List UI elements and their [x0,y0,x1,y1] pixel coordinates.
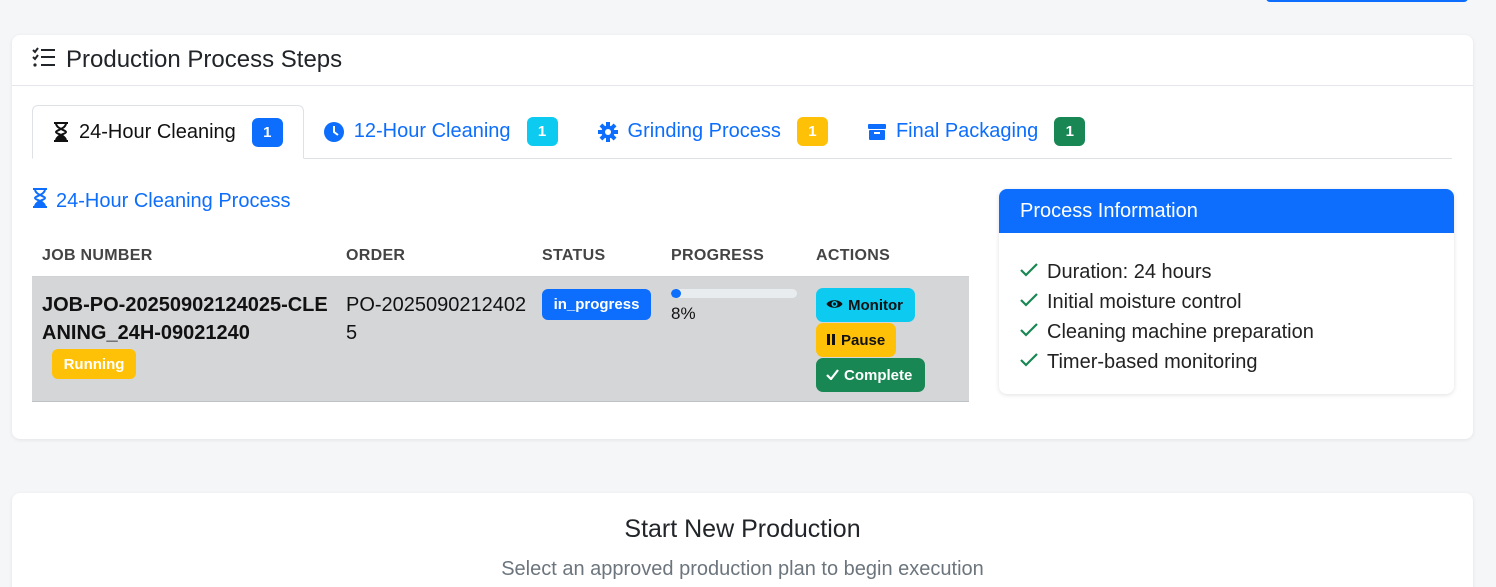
tab-label: 24-Hour Cleaning [79,120,236,143]
check-icon [1019,321,1047,344]
card-header: Production Process Steps [12,35,1473,86]
list-item: Duration: 24 hours [1019,257,1454,287]
header-order: ORDER [346,246,406,264]
section-title: 24-Hour Cleaning Process [32,188,291,214]
hourglass-icon [53,122,69,142]
header-status: STATUS [542,246,606,264]
info-item-text: Duration: 24 hours [1047,260,1212,283]
tab-12-hour-cleaning[interactable]: 12-Hour Cleaning 1 [304,105,578,158]
start-subtitle: Select an approved production plan to be… [501,558,984,580]
job-number: JOB-PO-20250902124025-CLEANING_24H-09021… [42,294,328,344]
pause-icon [826,332,841,349]
running-badge: Running [52,349,136,379]
list-item: Timer-based monitoring [1019,347,1454,377]
process-info-list: Duration: 24 hours Initial moisture cont… [999,233,1454,377]
check-icon [826,367,844,384]
header-actions: ACTIONS [816,246,891,264]
tab-count-badge: 1 [796,117,828,146]
list-check-icon [32,46,66,75]
card-title: Production Process Steps [66,46,343,73]
monitor-label: Monitor [848,296,903,314]
tab-24-hour-cleaning[interactable]: 24-Hour Cleaning 1 [32,105,304,159]
process-info-title: Process Information [999,189,1454,233]
hourglass-icon [32,188,56,214]
start-production-card: Start New Production Select an approved … [12,493,1473,587]
tab-label: 12-Hour Cleaning [353,120,511,142]
check-icon [1019,291,1047,314]
jobs-table: JOB NUMBER ORDER STATUS PROGRESS ACTIONS… [32,235,969,402]
check-icon [1019,351,1047,374]
process-info-panel: Process Information Duration: 24 hours I… [999,189,1454,394]
row-actions: Monitor Pause Complete [816,288,925,393]
eye-icon [826,297,848,314]
header-job-number: JOB NUMBER [42,246,153,264]
info-item-text: Timer-based monitoring [1047,350,1258,373]
production-steps-card: Production Process Steps 24-Hour Cleanin… [12,35,1473,439]
tab-count-badge: 1 [251,117,283,147]
table-header: JOB NUMBER ORDER STATUS PROGRESS ACTIONS [32,235,969,277]
top-action-button[interactable] [1266,0,1468,2]
box-icon [867,123,886,141]
tab-final-packaging[interactable]: Final Packaging 1 [848,105,1105,158]
gear-icon [597,121,618,142]
progress-cell: 8% [671,289,797,324]
section-title-text: 24-Hour Cleaning Process [56,189,291,212]
monitor-button[interactable]: Monitor [816,288,915,322]
table-row[interactable]: JOB-PO-20250902124025-CLEANING_24H-09021… [32,277,969,402]
status-badge: in_progress [542,289,651,320]
list-item: Initial moisture control [1019,287,1454,317]
header-progress: PROGRESS [671,246,765,264]
pause-label: Pause [841,331,886,349]
complete-button[interactable]: Complete [816,358,925,392]
tab-count-badge: 1 [1054,117,1086,146]
pause-button[interactable]: Pause [816,323,896,357]
process-tabs: 24-Hour Cleaning 1 12-Hour Cleaning 1 Gr… [32,105,1452,159]
clock-icon [323,121,344,142]
progress-fill [671,289,682,298]
info-item-text: Cleaning machine preparation [1047,320,1314,343]
info-item-text: Initial moisture control [1047,290,1242,313]
tab-label: Final Packaging [895,120,1039,142]
complete-label: Complete [844,366,913,384]
tab-label: Grinding Process [627,120,781,142]
tab-count-badge: 1 [526,117,558,146]
check-icon [1019,261,1047,284]
start-title: Start New Production [624,515,861,543]
order-number: PO-20250902124025 [346,294,527,344]
progress-bar [671,289,797,298]
tab-grinding-process[interactable]: Grinding Process 1 [578,105,848,158]
list-item: Cleaning machine preparation [1019,317,1454,347]
progress-text: 8% [671,304,696,323]
